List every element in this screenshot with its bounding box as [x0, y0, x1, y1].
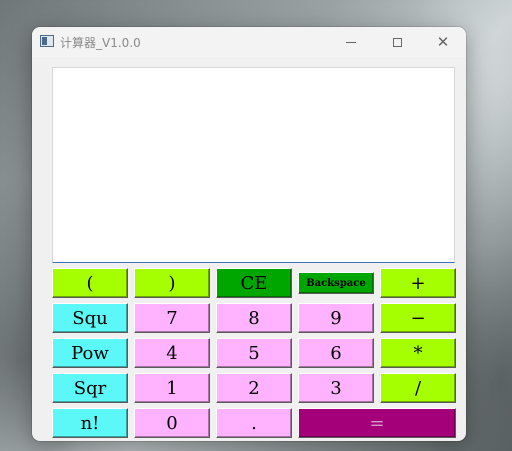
close-icon: ✕: [436, 32, 450, 51]
maximize-icon: [392, 37, 402, 47]
window-title: 计算器_V1.0.0: [60, 36, 141, 50]
app-icon: [40, 35, 54, 47]
minus-button[interactable]: −: [380, 303, 456, 333]
factorial-button[interactable]: n!: [52, 408, 128, 438]
minimize-icon: [346, 41, 356, 43]
digit-2-button[interactable]: 2: [216, 373, 292, 403]
power-button[interactable]: Pow: [52, 338, 128, 368]
plus-button[interactable]: +: [380, 268, 456, 298]
digit-8-button[interactable]: 8: [216, 303, 292, 333]
digit-1-button[interactable]: 1: [134, 373, 210, 403]
digit-5-button[interactable]: 5: [216, 338, 292, 368]
multiply-button[interactable]: *: [380, 338, 456, 368]
close-button[interactable]: ✕: [420, 27, 466, 57]
digit-4-button[interactable]: 4: [134, 338, 210, 368]
backspace-button[interactable]: Backspace: [298, 272, 374, 294]
right-paren-button[interactable]: ): [134, 268, 210, 298]
digit-0-button[interactable]: 0: [134, 408, 210, 438]
digit-3-button[interactable]: 3: [298, 373, 374, 403]
maximize-button[interactable]: [374, 27, 420, 57]
decimal-point-button[interactable]: .: [216, 408, 292, 438]
digit-6-button[interactable]: 6: [298, 338, 374, 368]
divide-button[interactable]: /: [380, 373, 456, 403]
expression-display[interactable]: [52, 67, 455, 263]
equals-button[interactable]: =: [298, 408, 456, 438]
digit-7-button[interactable]: 7: [134, 303, 210, 333]
square-root-button[interactable]: Sqr: [52, 373, 128, 403]
square-button[interactable]: Squ: [52, 303, 128, 333]
title-bar[interactable]: 计算器_V1.0.0 ✕: [32, 27, 466, 57]
calculator-window: 计算器_V1.0.0 ✕ ( ) CE Backspace + Squ 7 8 …: [32, 27, 466, 441]
minimize-button[interactable]: [328, 27, 374, 57]
clear-entry-button[interactable]: CE: [216, 268, 292, 298]
left-paren-button[interactable]: (: [52, 268, 128, 298]
digit-9-button[interactable]: 9: [298, 303, 374, 333]
